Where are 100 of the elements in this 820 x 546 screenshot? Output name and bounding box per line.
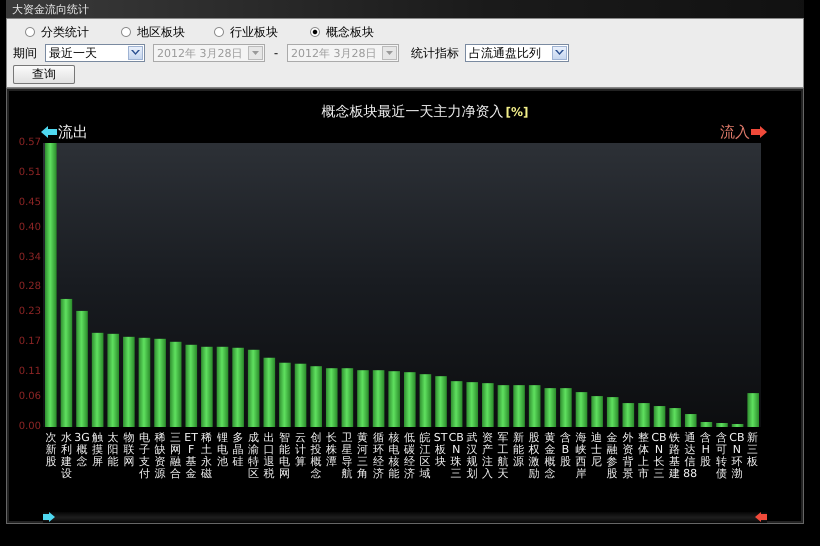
- radio-button[interactable]: [214, 27, 224, 37]
- category-label: 云计算: [294, 432, 307, 470]
- category-label: 物联网: [122, 432, 136, 470]
- radio-option[interactable]: 分类统计: [25, 24, 121, 40]
- y-tick-label: 0.51: [18, 166, 41, 178]
- bar: [420, 374, 432, 427]
- bar: [357, 370, 369, 427]
- category-label: CBN长三: [651, 432, 667, 482]
- date-separator: -: [273, 46, 279, 60]
- category-label: 核电核能: [387, 432, 400, 482]
- category-label: 含B股: [558, 432, 572, 470]
- bar: [342, 368, 354, 427]
- caret-icon: [385, 50, 394, 56]
- category-label: 太阳能: [106, 432, 120, 470]
- bar: [700, 422, 712, 427]
- category-label: 循环经济: [372, 432, 385, 482]
- bar: [498, 385, 510, 427]
- category-label: CBN环渤: [729, 432, 745, 482]
- radio-label: 分类统计: [41, 24, 89, 40]
- bar: [482, 383, 494, 427]
- dropdown-arrow-button[interactable]: [552, 46, 567, 60]
- metric-label: 统计指标: [411, 44, 459, 62]
- bar: [372, 370, 384, 427]
- category-label: CBN珠三: [448, 432, 464, 482]
- bar: [747, 393, 759, 427]
- category-label: 铁路基建: [668, 432, 682, 482]
- y-tick-label: 0.28: [18, 281, 41, 292]
- y-tick-label: 0.11: [18, 366, 41, 378]
- category-label: ETF基金: [183, 432, 199, 482]
- y-tick-label: 0.06: [18, 391, 41, 402]
- bar: [591, 396, 603, 427]
- bar: [669, 408, 681, 427]
- bar: [528, 385, 540, 427]
- category-label: 迪士尼: [590, 432, 604, 470]
- metric-dropdown[interactable]: 占流通盘比列: [465, 44, 569, 62]
- radio-option[interactable]: 行业板块: [214, 24, 310, 40]
- bar: [513, 385, 525, 427]
- category-label: 稀缺资源: [153, 432, 166, 482]
- window-title: 大资金流向统计: [12, 2, 89, 16]
- y-tick-label: 0.34: [18, 252, 41, 263]
- category-label: 锂电池: [216, 432, 229, 470]
- radio-option[interactable]: 概念板块: [310, 24, 406, 40]
- category-label: 长株潭: [324, 432, 338, 470]
- category-label: 新三板: [746, 432, 760, 470]
- bar: [684, 414, 697, 427]
- bar: [560, 388, 572, 427]
- bar: [606, 397, 619, 427]
- category-label: 武汉规划: [465, 432, 478, 482]
- category-label: 创投概念: [309, 432, 322, 482]
- category-label: 卫星导航: [340, 432, 354, 482]
- radio-label: 行业板块: [230, 24, 278, 40]
- radio-button[interactable]: [310, 27, 320, 37]
- category-label: 多晶硅: [231, 432, 244, 470]
- category-label: 智能电网: [278, 432, 292, 482]
- category-label: 整体上市: [636, 432, 650, 482]
- query-button[interactable]: 查询: [13, 65, 75, 84]
- bar: [279, 362, 291, 427]
- category-label: 皖江区域: [418, 432, 432, 482]
- period-label: 期间: [13, 44, 37, 62]
- y-tick-label: 0.40: [18, 222, 41, 233]
- outflow-label: 流出: [58, 122, 88, 142]
- category-label: 黄河三角: [356, 432, 370, 482]
- category-label: 出口退税: [262, 432, 276, 482]
- category-label: 黄金概念: [543, 432, 556, 482]
- bar: [622, 403, 634, 427]
- category-label: 新能源: [512, 432, 526, 470]
- bar: [404, 372, 416, 427]
- chart-title: 概念板块最近一天主力净资入: [322, 103, 504, 121]
- period-dropdown[interactable]: 最近一天: [45, 44, 145, 62]
- category-label: 触摸屏: [91, 432, 104, 470]
- y-tick-label: 0.00: [18, 421, 41, 432]
- radio-button[interactable]: [25, 27, 35, 37]
- bar: [435, 376, 447, 427]
- caret-icon: [251, 50, 260, 56]
- caret-icon: [131, 50, 140, 56]
- category-label: 三网融合: [169, 432, 182, 482]
- category-label: 成渝特区: [247, 432, 260, 482]
- category-label: 含H股: [699, 432, 712, 470]
- scroll-bar[interactable]: [43, 512, 767, 523]
- caret-icon: [555, 50, 564, 56]
- category-label: 次新股: [44, 432, 58, 470]
- y-tick-label: 0.57: [18, 137, 41, 148]
- category-label: ST板块: [432, 432, 448, 470]
- category-label: 水利建设: [60, 432, 73, 482]
- category-label: 稀土永磁: [200, 432, 214, 482]
- bar: [264, 358, 276, 427]
- radio-option[interactable]: 地区板块: [121, 24, 214, 40]
- category-label: 3G概念: [74, 432, 90, 470]
- bar: [576, 392, 588, 427]
- bar: [294, 364, 306, 427]
- category-label: 海峡西岸: [574, 432, 588, 482]
- bar: [654, 406, 666, 427]
- bar: [388, 371, 400, 427]
- bar: [466, 382, 478, 427]
- category-label: 低碳经济: [402, 432, 416, 482]
- category-label: 含可转债: [714, 432, 728, 482]
- category-label: 电子支付: [138, 432, 151, 482]
- bar: [732, 424, 744, 427]
- radio-button[interactable]: [121, 27, 131, 37]
- dropdown-arrow-button[interactable]: [128, 46, 143, 60]
